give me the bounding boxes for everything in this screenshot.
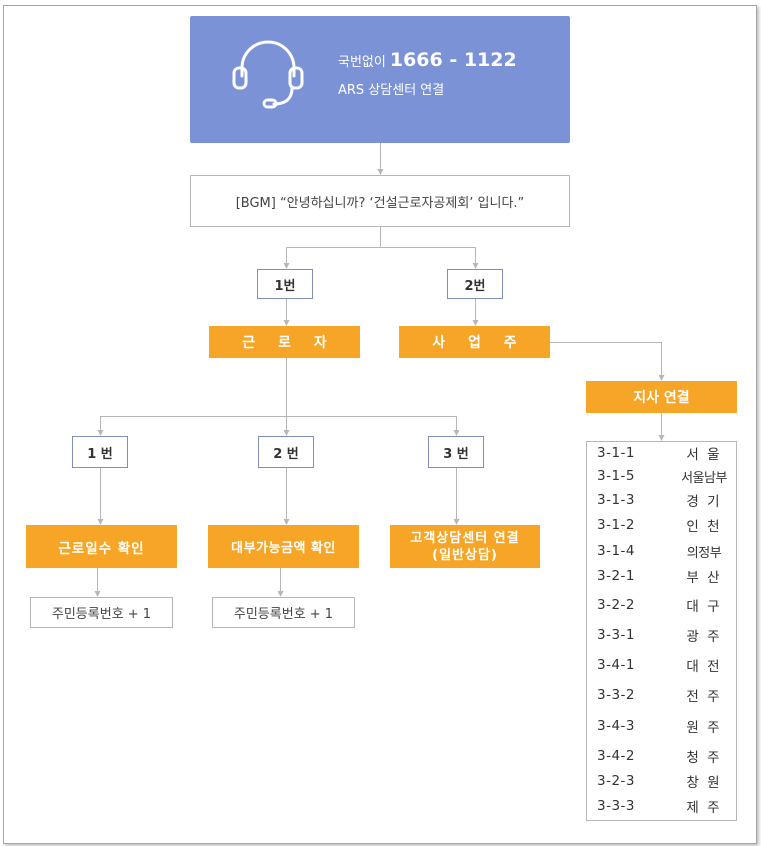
branch-row: 3-2-3 창 원 (587, 769, 738, 793)
greeting-box: [BGM] “안녕하십니까? ‘건설근로자공제회’ 입니다.” (190, 175, 570, 227)
branch-code: 3-1-5 (597, 468, 636, 484)
branch-code: 3-1-4 (597, 543, 636, 559)
branch-code: 3-2-2 (597, 597, 636, 613)
branch-name: 부 산 (686, 570, 722, 586)
option-2-box: 2번 (447, 269, 503, 299)
branch-name: 경 기 (686, 494, 722, 510)
branch-name: 의정부 (686, 545, 722, 561)
branch-row: 3-1-1 서 울 (587, 441, 738, 465)
resident-number-box-2: 주민등록번호 + 1 (212, 597, 355, 628)
branch-code: 3-2-3 (597, 773, 636, 789)
ars-header-box: 국번없이 1666 - 1122 ARS 상담센터 연결 (190, 16, 570, 143)
branch-code: 3-1-1 (597, 445, 636, 461)
branch-list: 3-1-1 서 울 3-1-5 서울남부 3-1-3 경 기 3-1-2 인 천 3-1-4 의정… (586, 441, 737, 821)
branch-code: 3-4-2 (597, 748, 636, 764)
employer-box: 사 업 주 (399, 326, 550, 358)
loan-amount-check-box: 대부가능금액 확인 (208, 525, 359, 568)
branch-row: 3-1-4 의정부 (587, 539, 738, 563)
branch-name: 서울남부 (681, 470, 727, 486)
branch-name: 광 주 (686, 629, 722, 645)
ars-label: ARS 상담센터 연결 (338, 83, 445, 98)
phone-line: 국번없이 1666 - 1122 (338, 49, 517, 71)
branch-row: 3-4-1 대 전 (587, 653, 738, 677)
branch-code: 3-3-3 (597, 798, 636, 814)
branch-name: 원 주 (686, 720, 722, 736)
branch-row: 3-2-2 대 구 (587, 593, 738, 617)
resident-number-box-1: 주민등록번호 + 1 (30, 597, 173, 628)
branch-row: 3-1-2 인 천 (587, 513, 738, 537)
phone-prefix: 국번없이 (338, 55, 386, 70)
branch-code: 3-1-2 (597, 517, 636, 533)
branch-name: 대 구 (686, 599, 722, 615)
branch-code: 3-3-1 (597, 627, 636, 643)
worker-option-2-box: 2 번 (258, 436, 314, 468)
branch-code: 3-3-2 (597, 687, 636, 703)
worker-option-1-box: 1 번 (72, 436, 128, 468)
work-days-check-box: 근로일수 확인 (26, 525, 177, 568)
branch-code: 3-1-3 (597, 492, 636, 508)
option-1-box: 1번 (257, 269, 313, 299)
branch-name: 인 천 (686, 519, 722, 535)
general-consult-label: (일반상담) (432, 547, 498, 563)
branch-name: 대 전 (686, 659, 722, 675)
worker-option-3-box: 3 번 (428, 436, 484, 468)
headset-icon (232, 40, 304, 109)
branch-row: 3-4-2 청 주 (587, 744, 738, 768)
worker-box: 근 로 자 (209, 326, 360, 358)
branch-row: 3-2-1 부 산 (587, 564, 738, 588)
branch-name: 제 주 (686, 800, 722, 816)
branch-connect-box: 지사 연결 (586, 381, 737, 413)
branch-row: 3-3-1 광 주 (587, 623, 738, 647)
branch-row: 3-3-2 전 주 (587, 683, 738, 707)
customer-center-box: 고객상담센터 연결 (일반상담) (390, 525, 540, 568)
branch-name: 서 울 (686, 447, 722, 463)
customer-center-label: 고객상담센터 연결 (410, 530, 520, 546)
header-text: 국번없이 1666 - 1122 ARS 상담센터 연결 (338, 49, 517, 98)
branch-row: 3-1-3 경 기 (587, 488, 738, 512)
branch-name: 청 주 (686, 750, 722, 766)
branch-row: 3-4-3 원 주 (587, 714, 738, 738)
branch-name: 창 원 (686, 775, 722, 791)
branch-row: 3-1-5 서울남부 (587, 464, 738, 488)
branch-code: 3-2-1 (597, 568, 636, 584)
branch-name: 전 주 (686, 689, 722, 705)
branch-code: 3-4-1 (597, 657, 636, 673)
branch-code: 3-4-3 (597, 718, 636, 734)
phone-number: 1666 - 1122 (389, 49, 517, 71)
branch-row: 3-3-3 제 주 (587, 794, 738, 818)
